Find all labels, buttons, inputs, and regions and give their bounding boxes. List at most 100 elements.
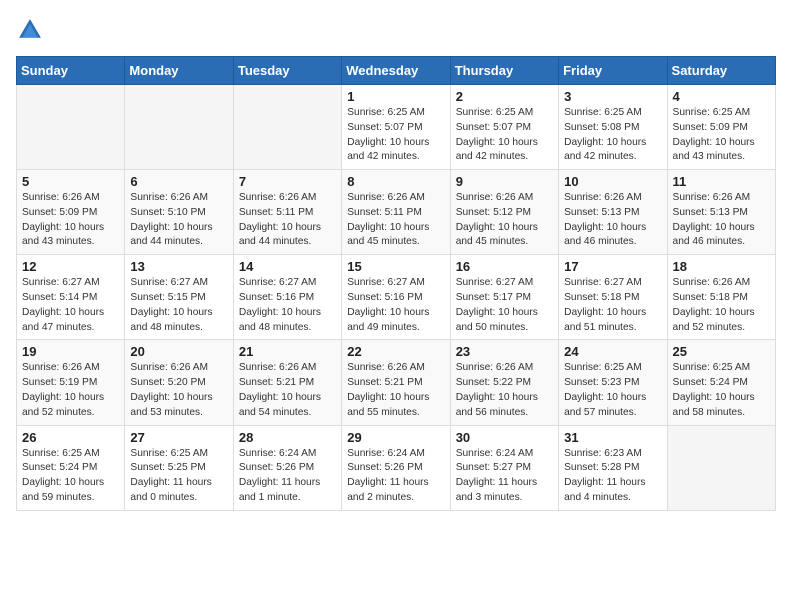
day-number: 19: [22, 344, 119, 359]
day-number: 9: [456, 174, 553, 189]
weekday-header-friday: Friday: [559, 57, 667, 85]
day-detail: Sunrise: 6:25 AM Sunset: 5:08 PM Dayligh…: [564, 106, 661, 165]
day-detail: Sunrise: 6:26 AM Sunset: 5:12 PM Dayligh…: [456, 191, 553, 250]
day-detail: Sunrise: 6:26 AM Sunset: 5:11 PM Dayligh…: [347, 191, 444, 250]
weekday-header-wednesday: Wednesday: [342, 57, 450, 85]
day-number: 31: [564, 430, 661, 445]
calendar-cell: 25 Sunrise: 6:25 AM Sunset: 5:24 PM Dayli…: [667, 340, 775, 425]
calendar-cell: 7 Sunrise: 6:26 AM Sunset: 5:11 PM Daylig…: [233, 170, 341, 255]
day-number: 4: [673, 89, 770, 104]
calendar-cell: 16 Sunrise: 6:27 AM Sunset: 5:17 PM Dayli…: [450, 255, 558, 340]
day-detail: Sunrise: 6:25 AM Sunset: 5:09 PM Dayligh…: [673, 106, 770, 165]
day-detail: Sunrise: 6:23 AM Sunset: 5:28 PM Dayligh…: [564, 447, 661, 506]
calendar-cell: 31 Sunrise: 6:23 AM Sunset: 5:28 PM Dayli…: [559, 425, 667, 510]
calendar-cell: 22Sunrise: 6:26 AM Sunset: 5:21 PM Dayli…: [342, 340, 450, 425]
day-number: 14: [239, 259, 336, 274]
day-detail: Sunrise: 6:26 AM Sunset: 5:11 PM Dayligh…: [239, 191, 336, 250]
calendar-cell: [667, 425, 775, 510]
day-number: 3: [564, 89, 661, 104]
day-number: 11: [673, 174, 770, 189]
weekday-header-thursday: Thursday: [450, 57, 558, 85]
day-number: 12: [22, 259, 119, 274]
calendar-cell: 12 Sunrise: 6:27 AM Sunset: 5:14 PM Dayli…: [17, 255, 125, 340]
calendar-cell: [17, 85, 125, 170]
day-number: 24: [564, 344, 661, 359]
day-detail: Sunrise: 6:25 AM Sunset: 5:25 PM Dayligh…: [130, 447, 227, 506]
calendar-cell: 21 Sunrise: 6:26 AM Sunset: 5:21 PM Dayli…: [233, 340, 341, 425]
day-number: 18: [673, 259, 770, 274]
calendar-cell: 19 Sunrise: 6:26 AM Sunset: 5:19 PM Dayli…: [17, 340, 125, 425]
calendar-cell: 17 Sunrise: 6:27 AM Sunset: 5:18 PM Dayli…: [559, 255, 667, 340]
calendar-cell: 29 Sunrise: 6:24 AM Sunset: 5:26 PM Dayli…: [342, 425, 450, 510]
day-number: 30: [456, 430, 553, 445]
calendar-cell: [125, 85, 233, 170]
calendar-cell: 26 Sunrise: 6:25 AM Sunset: 5:24 PM Dayli…: [17, 425, 125, 510]
weekday-header-sunday: Sunday: [17, 57, 125, 85]
day-detail: Sunrise: 6:24 AM Sunset: 5:26 PM Dayligh…: [347, 447, 444, 506]
calendar-cell: 3 Sunrise: 6:25 AM Sunset: 5:08 PM Daylig…: [559, 85, 667, 170]
day-detail: Sunrise: 6:26 AM Sunset: 5:18 PM Dayligh…: [673, 276, 770, 335]
page-header: [16, 16, 776, 44]
day-detail: Sunrise: 6:24 AM Sunset: 5:26 PM Dayligh…: [239, 447, 336, 506]
weekday-header-tuesday: Tuesday: [233, 57, 341, 85]
calendar-cell: 5 Sunrise: 6:26 AM Sunset: 5:09 PM Daylig…: [17, 170, 125, 255]
day-number: 23: [456, 344, 553, 359]
day-number: 17: [564, 259, 661, 274]
weekday-header-row: SundayMondayTuesdayWednesdayThursdayFrid…: [17, 57, 776, 85]
day-detail: Sunrise: 6:27 AM Sunset: 5:18 PM Dayligh…: [564, 276, 661, 335]
calendar-cell: 18 Sunrise: 6:26 AM Sunset: 5:18 PM Dayli…: [667, 255, 775, 340]
day-number: 22: [347, 344, 444, 359]
calendar-cell: 4 Sunrise: 6:25 AM Sunset: 5:09 PM Daylig…: [667, 85, 775, 170]
day-number: 28: [239, 430, 336, 445]
day-number: 15: [347, 259, 444, 274]
calendar-cell: 8 Sunrise: 6:26 AM Sunset: 5:11 PM Daylig…: [342, 170, 450, 255]
day-detail: Sunrise: 6:25 AM Sunset: 5:23 PM Dayligh…: [564, 361, 661, 420]
logo: [16, 16, 48, 44]
day-detail: Sunrise: 6:27 AM Sunset: 5:17 PM Dayligh…: [456, 276, 553, 335]
calendar-cell: 20 Sunrise: 6:26 AM Sunset: 5:20 PM Dayli…: [125, 340, 233, 425]
day-number: 27: [130, 430, 227, 445]
calendar-cell: 9 Sunrise: 6:26 AM Sunset: 5:12 PM Daylig…: [450, 170, 558, 255]
day-number: 26: [22, 430, 119, 445]
calendar-week-1: 1Sunrise: 6:25 AM Sunset: 5:07 PM Daylig…: [17, 85, 776, 170]
calendar-week-3: 12 Sunrise: 6:27 AM Sunset: 5:14 PM Dayli…: [17, 255, 776, 340]
day-detail: Sunrise: 6:25 AM Sunset: 5:24 PM Dayligh…: [673, 361, 770, 420]
day-detail: Sunrise: 6:26 AM Sunset: 5:13 PM Dayligh…: [564, 191, 661, 250]
day-detail: Sunrise: 6:27 AM Sunset: 5:14 PM Dayligh…: [22, 276, 119, 335]
calendar-cell: 2Sunrise: 6:25 AM Sunset: 5:07 PM Daylig…: [450, 85, 558, 170]
day-detail: Sunrise: 6:26 AM Sunset: 5:22 PM Dayligh…: [456, 361, 553, 420]
day-detail: Sunrise: 6:25 AM Sunset: 5:07 PM Dayligh…: [347, 106, 444, 165]
calendar-cell: 24 Sunrise: 6:25 AM Sunset: 5:23 PM Dayli…: [559, 340, 667, 425]
calendar-cell: 15Sunrise: 6:27 AM Sunset: 5:16 PM Dayli…: [342, 255, 450, 340]
day-number: 25: [673, 344, 770, 359]
day-detail: Sunrise: 6:26 AM Sunset: 5:13 PM Dayligh…: [673, 191, 770, 250]
day-number: 8: [347, 174, 444, 189]
weekday-header-saturday: Saturday: [667, 57, 775, 85]
day-detail: Sunrise: 6:25 AM Sunset: 5:07 PM Dayligh…: [456, 106, 553, 165]
day-detail: Sunrise: 6:26 AM Sunset: 5:21 PM Dayligh…: [239, 361, 336, 420]
day-number: 10: [564, 174, 661, 189]
calendar-cell: 10 Sunrise: 6:26 AM Sunset: 5:13 PM Dayli…: [559, 170, 667, 255]
calendar-cell: 30Sunrise: 6:24 AM Sunset: 5:27 PM Dayli…: [450, 425, 558, 510]
day-detail: Sunrise: 6:26 AM Sunset: 5:19 PM Dayligh…: [22, 361, 119, 420]
day-detail: Sunrise: 6:26 AM Sunset: 5:09 PM Dayligh…: [22, 191, 119, 250]
calendar-cell: [233, 85, 341, 170]
day-number: 16: [456, 259, 553, 274]
calendar-cell: 6Sunrise: 6:26 AM Sunset: 5:10 PM Daylig…: [125, 170, 233, 255]
day-number: 5: [22, 174, 119, 189]
day-number: 29: [347, 430, 444, 445]
day-number: 21: [239, 344, 336, 359]
day-number: 20: [130, 344, 227, 359]
day-number: 6: [130, 174, 227, 189]
day-detail: Sunrise: 6:27 AM Sunset: 5:15 PM Dayligh…: [130, 276, 227, 335]
calendar-week-2: 5 Sunrise: 6:26 AM Sunset: 5:09 PM Daylig…: [17, 170, 776, 255]
calendar-week-4: 19 Sunrise: 6:26 AM Sunset: 5:19 PM Dayli…: [17, 340, 776, 425]
day-detail: Sunrise: 6:25 AM Sunset: 5:24 PM Dayligh…: [22, 447, 119, 506]
calendar-cell: 23 Sunrise: 6:26 AM Sunset: 5:22 PM Dayli…: [450, 340, 558, 425]
weekday-header-monday: Monday: [125, 57, 233, 85]
day-detail: Sunrise: 6:26 AM Sunset: 5:20 PM Dayligh…: [130, 361, 227, 420]
logo-icon: [16, 16, 44, 44]
day-number: 7: [239, 174, 336, 189]
day-detail: Sunrise: 6:27 AM Sunset: 5:16 PM Dayligh…: [239, 276, 336, 335]
calendar-cell: 14 Sunrise: 6:27 AM Sunset: 5:16 PM Dayli…: [233, 255, 341, 340]
